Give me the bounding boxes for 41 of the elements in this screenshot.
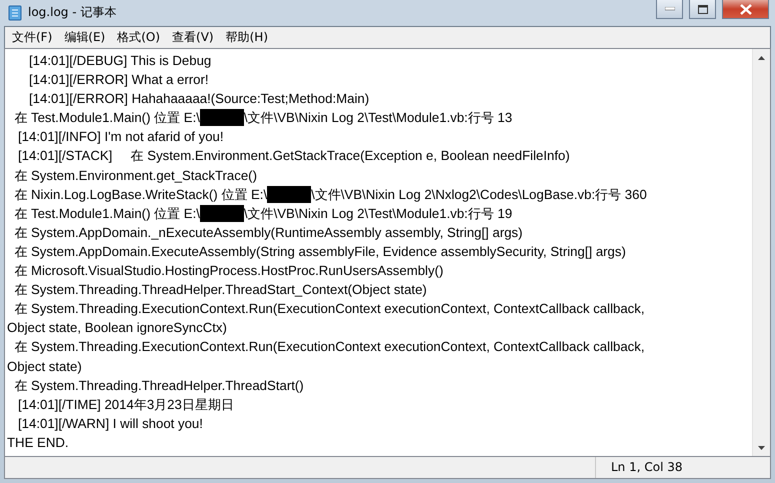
- menu-item[interactable]: 编辑(E): [59, 27, 110, 48]
- log-text: [14:01][/TIME] 2014年3月23日星期日: [16, 396, 234, 414]
- log-text: [14:01][/ERROR] What a error!: [28, 71, 209, 90]
- log-text: [14:01][/INFO] I'm not afarid of you!: [16, 128, 224, 146]
- maximize-icon: [698, 4, 708, 14]
- log-text: 在 System.AppDomain.ExecuteAssembly(String assemblyFile, Evidence assemblySecurity, String[] args): [13, 242, 626, 261]
- minimize-icon: [664, 7, 674, 11]
- redaction-mark: [200, 109, 244, 126]
- redaction-mark: [267, 186, 312, 203]
- cursor-position: Ln 1, Col 38: [595, 457, 770, 478]
- log-text: 在 System.Threading.ExecutionContext.Run(ExecutionContext executionContext, ContextCallback callback,: [13, 338, 645, 356]
- menu-item[interactable]: 查看(V): [167, 27, 219, 48]
- close-icon: [740, 4, 752, 14]
- log-text: \文件\VB\Nixin Log 2\Test\Module1.vb:行号 19: [244, 204, 512, 223]
- log-text: [14:01][/ERROR] Hahahaaaaa!(Source:Test;Method:Main): [28, 90, 370, 108]
- log-text: THE END.: [7, 434, 69, 452]
- close-button[interactable]: [722, 0, 769, 19]
- log-text: Object state): [7, 358, 82, 376]
- log-text: 在 System.Threading.ThreadHelper.ThreadStart(): [13, 376, 304, 395]
- log-text: Object state, Boolean ignoreSyncCtx): [7, 319, 227, 338]
- log-text: 在 Microsoft.VisualStudio.HostingProcess.HostProc.RunUsersAssembly(): [13, 262, 444, 280]
- log-text: 在 System.Environment.get_StackTrace(): [13, 166, 257, 185]
- log-text: 在 Test.Module1.Main() 位置 E:\: [13, 204, 200, 223]
- menu-item[interactable]: 文件(F): [7, 27, 58, 48]
- log-text: 在 System.AppDomain._nExecuteAssembly(RuntimeAssembly assembly, String[] args): [13, 224, 523, 242]
- log-text: \文件\VB\Nixin Log 2\Test\Module1.vb:行号 13: [244, 109, 512, 128]
- maximize-button[interactable]: [689, 0, 716, 19]
- log-text: 在 System.Threading.ExecutionContext.Run(ExecutionContext executionContext, ContextCallback callback,: [13, 300, 645, 318]
- menu-item[interactable]: 格式(O): [112, 27, 166, 48]
- log-text: 在 Nixin.Log.LogBase.WriteStack() 位置 E:\: [13, 186, 268, 204]
- window-title: log.log - 记事本: [28, 4, 116, 21]
- log-text: 在 Test.Module1.Main() 位置 E:\: [13, 109, 200, 128]
- minimize-button[interactable]: [656, 0, 683, 19]
- redaction-mark: [200, 204, 244, 222]
- log-text: 在 System.Threading.ThreadHelper.ThreadStart_Context(Object state): [13, 281, 427, 300]
- menu-item[interactable]: 帮助(H): [220, 27, 273, 48]
- log-text: \文件\VB\Nixin Log 2\Nxlog2\Codes\LogBase.vb:行号 360: [311, 186, 647, 204]
- log-text: [14:01][/STACK] 在 System.Environment.GetStackTrace(Exception e, Boolean needFileInfo): [16, 147, 570, 166]
- log-text: [14:01][/WARN] I will shoot you!: [16, 414, 203, 433]
- log-text: [14:01][/DEBUG] This is Debug: [28, 52, 212, 70]
- notepad-icon: [8, 5, 22, 21]
